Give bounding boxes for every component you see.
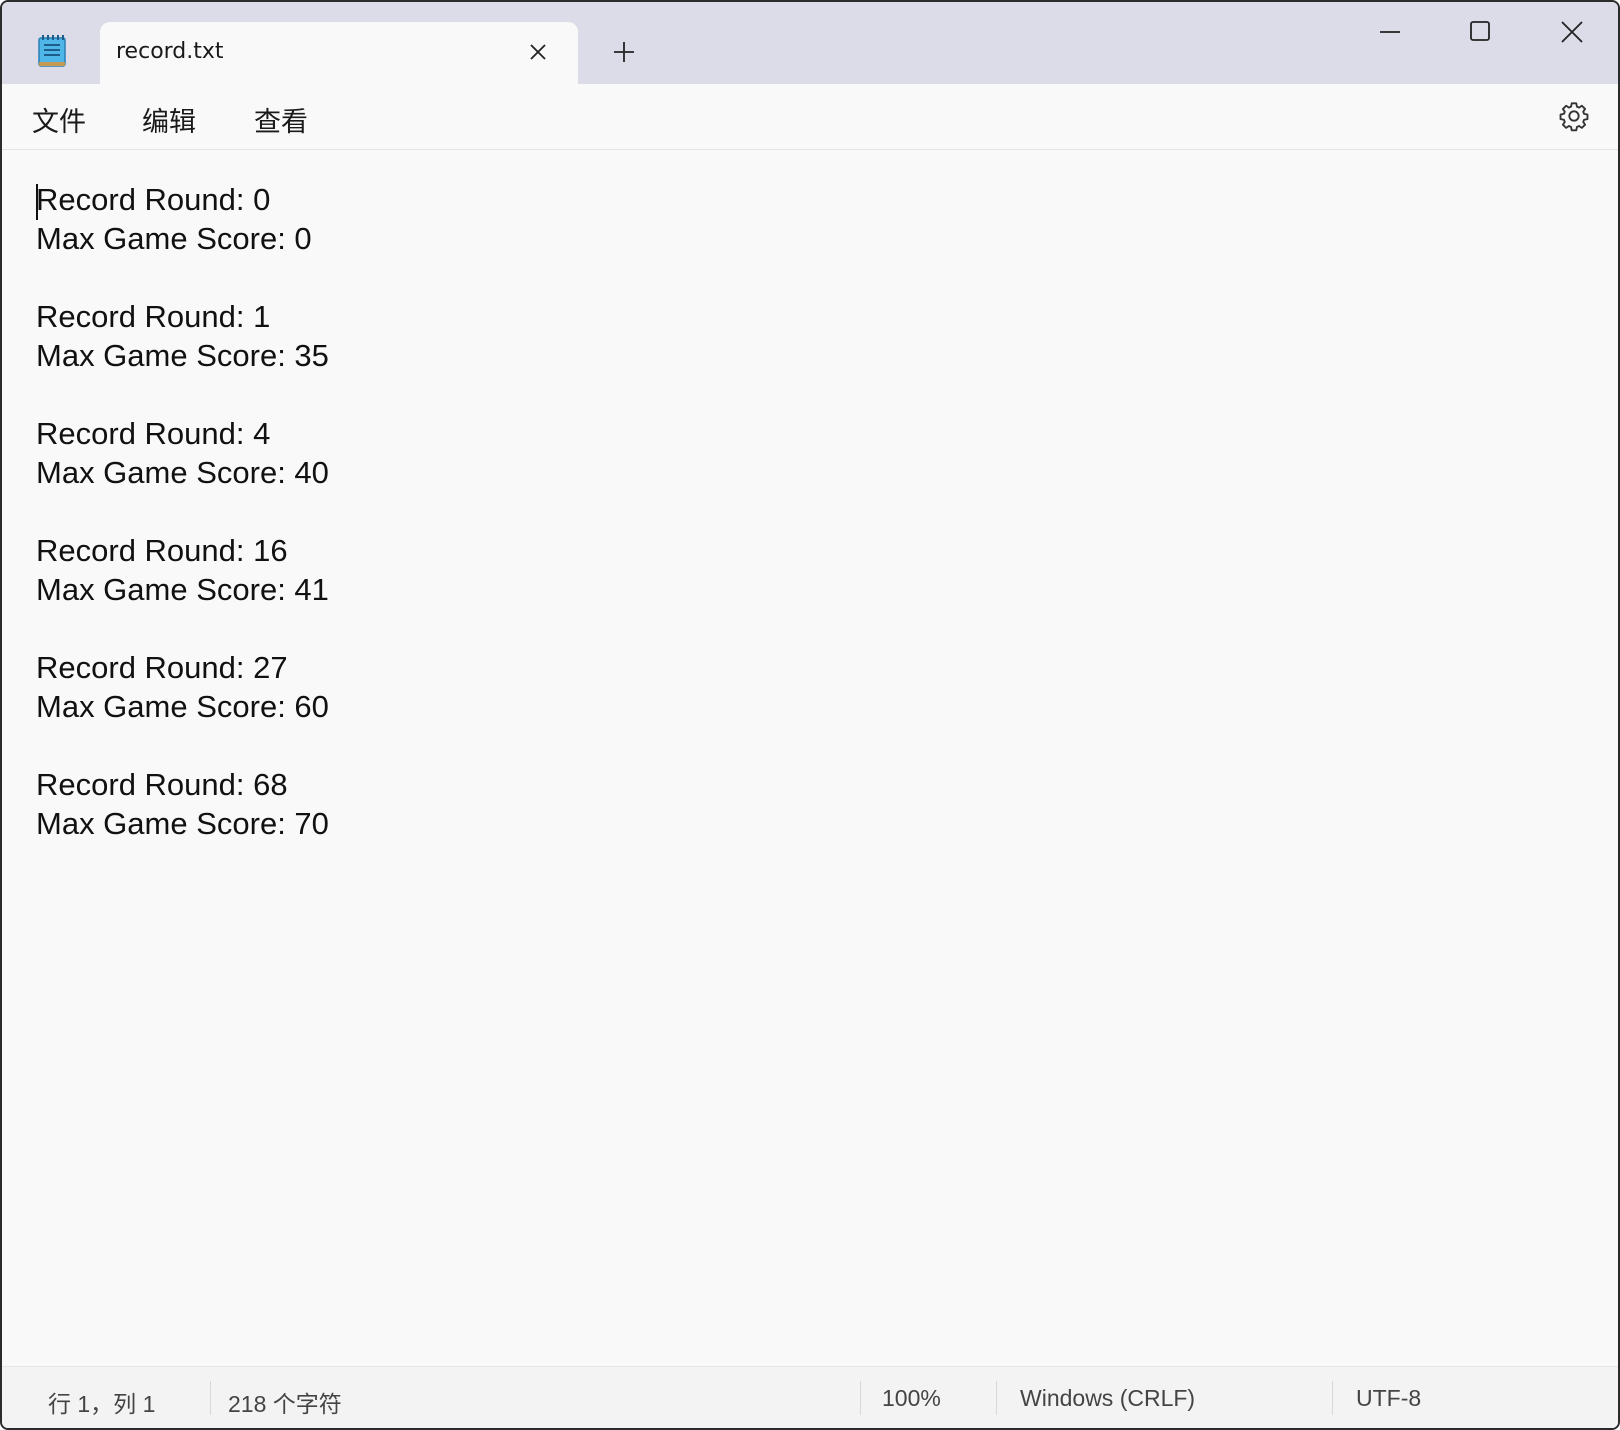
status-line-ending[interactable]: Windows (CRLF) xyxy=(1020,1385,1195,1412)
menu-bar: 文件 编辑 查看 xyxy=(2,84,1618,150)
menu-edit[interactable]: 编辑 xyxy=(142,100,196,139)
status-divider xyxy=(210,1381,211,1415)
status-zoom[interactable]: 100% xyxy=(882,1385,941,1412)
status-divider xyxy=(860,1381,861,1415)
close-tab-icon[interactable] xyxy=(526,40,550,64)
notepad-window: record.txt 文件 编辑 查看 Record Round: 0 Max … xyxy=(0,0,1620,1430)
gear-icon[interactable] xyxy=(1558,100,1590,132)
notepad-icon xyxy=(38,34,66,68)
text-editor[interactable]: Record Round: 0 Max Game Score: 0 Record… xyxy=(2,150,1618,1366)
status-divider xyxy=(996,1381,997,1415)
tab-title: record.txt xyxy=(116,39,224,64)
new-tab-plus-icon[interactable] xyxy=(610,38,638,66)
status-cursor-position: 行 1，列 1 xyxy=(48,1391,156,1417)
status-encoding[interactable]: UTF-8 xyxy=(1356,1385,1421,1412)
minimize-icon[interactable] xyxy=(1366,14,1414,50)
menu-view[interactable]: 查看 xyxy=(254,100,308,139)
menu-file[interactable]: 文件 xyxy=(32,100,86,139)
title-bar[interactable]: record.txt xyxy=(2,2,1618,86)
status-divider xyxy=(1332,1381,1333,1415)
tab-record-txt[interactable]: record.txt xyxy=(100,22,578,86)
text-caret xyxy=(36,184,38,220)
status-bar: 行 1，列 1 218 个字符 100% Windows (CRLF) UTF-… xyxy=(2,1366,1618,1428)
maximize-icon[interactable] xyxy=(1456,14,1504,50)
close-window-icon[interactable] xyxy=(1548,14,1596,50)
editor-content[interactable]: Record Round: 0 Max Game Score: 0 Record… xyxy=(36,180,329,843)
status-char-count: 218 个字符 xyxy=(228,1391,342,1417)
